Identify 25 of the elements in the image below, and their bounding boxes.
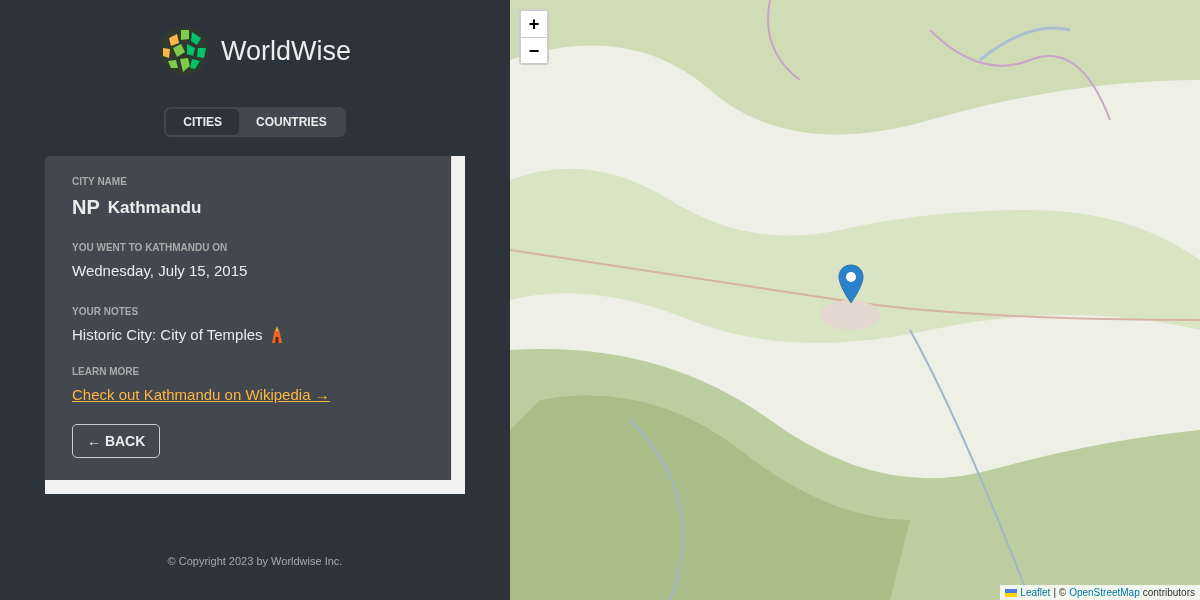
globe-logo-icon	[159, 26, 209, 76]
map-marker-icon[interactable]	[838, 264, 864, 304]
logo-text: WorldWise	[221, 35, 351, 67]
flag-icon	[1005, 588, 1018, 597]
attribution-text: contributors	[1142, 587, 1195, 598]
nav-tab[interactable]: COUNTRIES	[239, 109, 344, 135]
field-label: LEARN MORE	[72, 366, 140, 377]
leaflet-link[interactable]: Leaflet	[1020, 587, 1051, 598]
vertical-scrollbar[interactable]	[451, 156, 465, 480]
attribution-separator: | ©	[1053, 587, 1067, 598]
country-code: NP	[72, 196, 100, 219]
field-label: YOUR NOTES	[72, 306, 139, 317]
visit-date: Wednesday, July 15, 2015	[72, 262, 248, 279]
copyright-text: © Copyright 2023 by Worldwise Inc.	[167, 555, 343, 567]
zoom-out-button[interactable]: −	[521, 37, 547, 63]
openstreetmap-link[interactable]: OpenStreetMap	[1069, 587, 1140, 598]
back-button[interactable]: ← BACK	[72, 424, 161, 458]
horizontal-scrollbar[interactable]	[45, 480, 465, 494]
temple-icon	[270, 326, 283, 343]
field-label: CITY NAME	[72, 176, 127, 187]
notes-text: Historic City: City of Temples	[72, 326, 263, 343]
city-name: Kathmandu	[107, 197, 202, 218]
wikipedia-link[interactable]: Check out Kathmandu on Wikipedia →	[72, 386, 330, 403]
nav-tab[interactable]: CITIES	[166, 109, 239, 135]
field-label: YOU WENT TO KATHMANDU ON	[72, 242, 228, 253]
